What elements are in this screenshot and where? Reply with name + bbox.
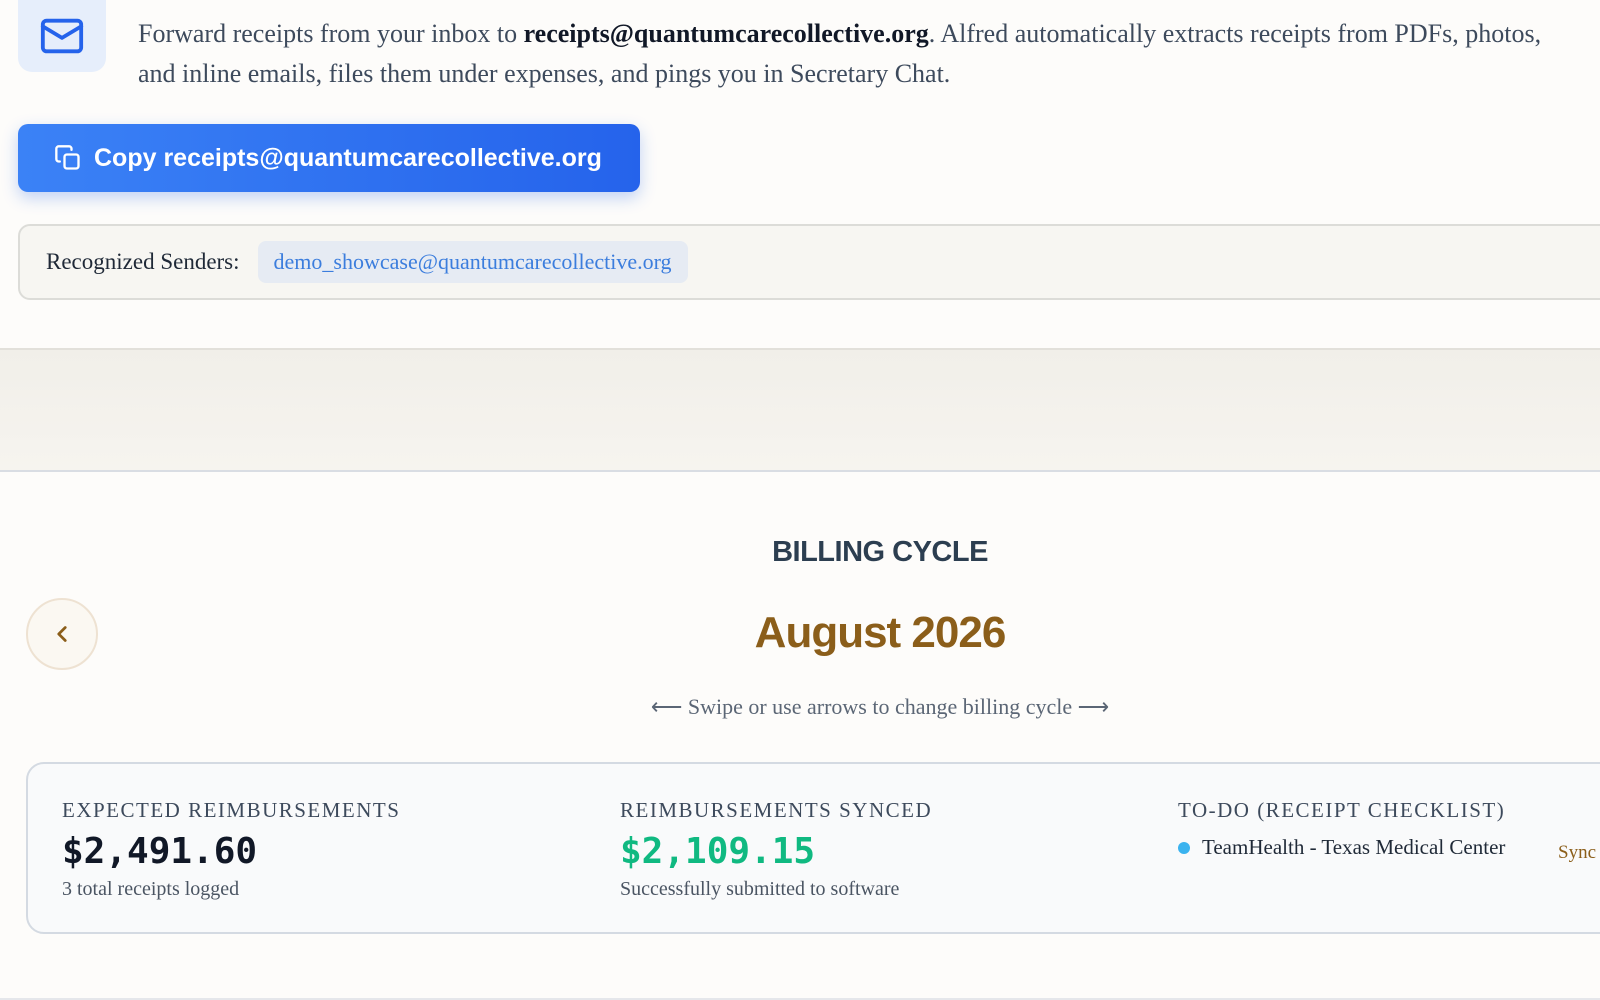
todo-item-label: TeamHealth - Texas Medical Center xyxy=(1202,835,1506,859)
recognized-senders-label: Recognized Senders: xyxy=(46,249,240,274)
list-item: TeamHealth - Texas Medical Center xyxy=(1178,835,1505,860)
expected-value: $2,491.60 xyxy=(62,831,258,872)
reimbursements-synced: REIMBURSEMENTS SYNCED $2,109.15 Successf… xyxy=(620,798,932,901)
expected-reimbursements: EXPECTED REIMBURSEMENTS $2,491.60 3 tota… xyxy=(62,798,400,901)
forwarding-instructions: Forward receipts from your inbox to rece… xyxy=(138,14,1558,94)
intro-text-before: Forward receipts from your inbox to xyxy=(138,19,524,48)
section-divider-band xyxy=(0,348,1600,472)
billing-cycle-label: BILLING CYCLE xyxy=(772,536,988,568)
expected-subtext: 3 total receipts logged xyxy=(62,878,240,900)
swipe-hint: ⟵ Swipe or use arrows to change billing … xyxy=(650,694,1110,719)
synced-value: $2,109.15 xyxy=(620,831,816,872)
synced-title: REIMBURSEMENTS SYNCED xyxy=(620,798,933,822)
billing-cycle-month: August 2026 xyxy=(754,608,1007,657)
copy-button-label: Copy receipts@quantumcarecollective.org xyxy=(94,143,602,172)
mail-icon xyxy=(40,18,84,54)
synced-subtext: Successfully submitted to software xyxy=(620,878,900,900)
todo-title: TO-DO (RECEIPT CHECKLIST) xyxy=(1178,798,1506,822)
sender-chip[interactable]: demo_showcase@quantumcarecollective.org xyxy=(257,241,688,283)
recognized-senders-panel: Recognized Senders: demo_showcase@quantu… xyxy=(18,224,1600,300)
copy-email-button[interactable]: Copy receipts@quantumcarecollective.org xyxy=(18,124,640,192)
intro-email: receipts@quantumcarecollective.org xyxy=(523,19,929,48)
receipt-checklist: TO-DO (RECEIPT CHECKLIST) TeamHealth - T… xyxy=(1178,798,1505,860)
copy-icon xyxy=(54,144,82,172)
sync-link[interactable]: Sync xyxy=(1558,842,1596,864)
reimbursement-stats-card: EXPECTED REIMBURSEMENTS $2,491.60 3 tota… xyxy=(26,762,1600,934)
status-dot-icon xyxy=(1178,841,1190,854)
expected-title: EXPECTED REIMBURSEMENTS xyxy=(62,798,401,822)
mail-icon-box xyxy=(18,0,106,72)
